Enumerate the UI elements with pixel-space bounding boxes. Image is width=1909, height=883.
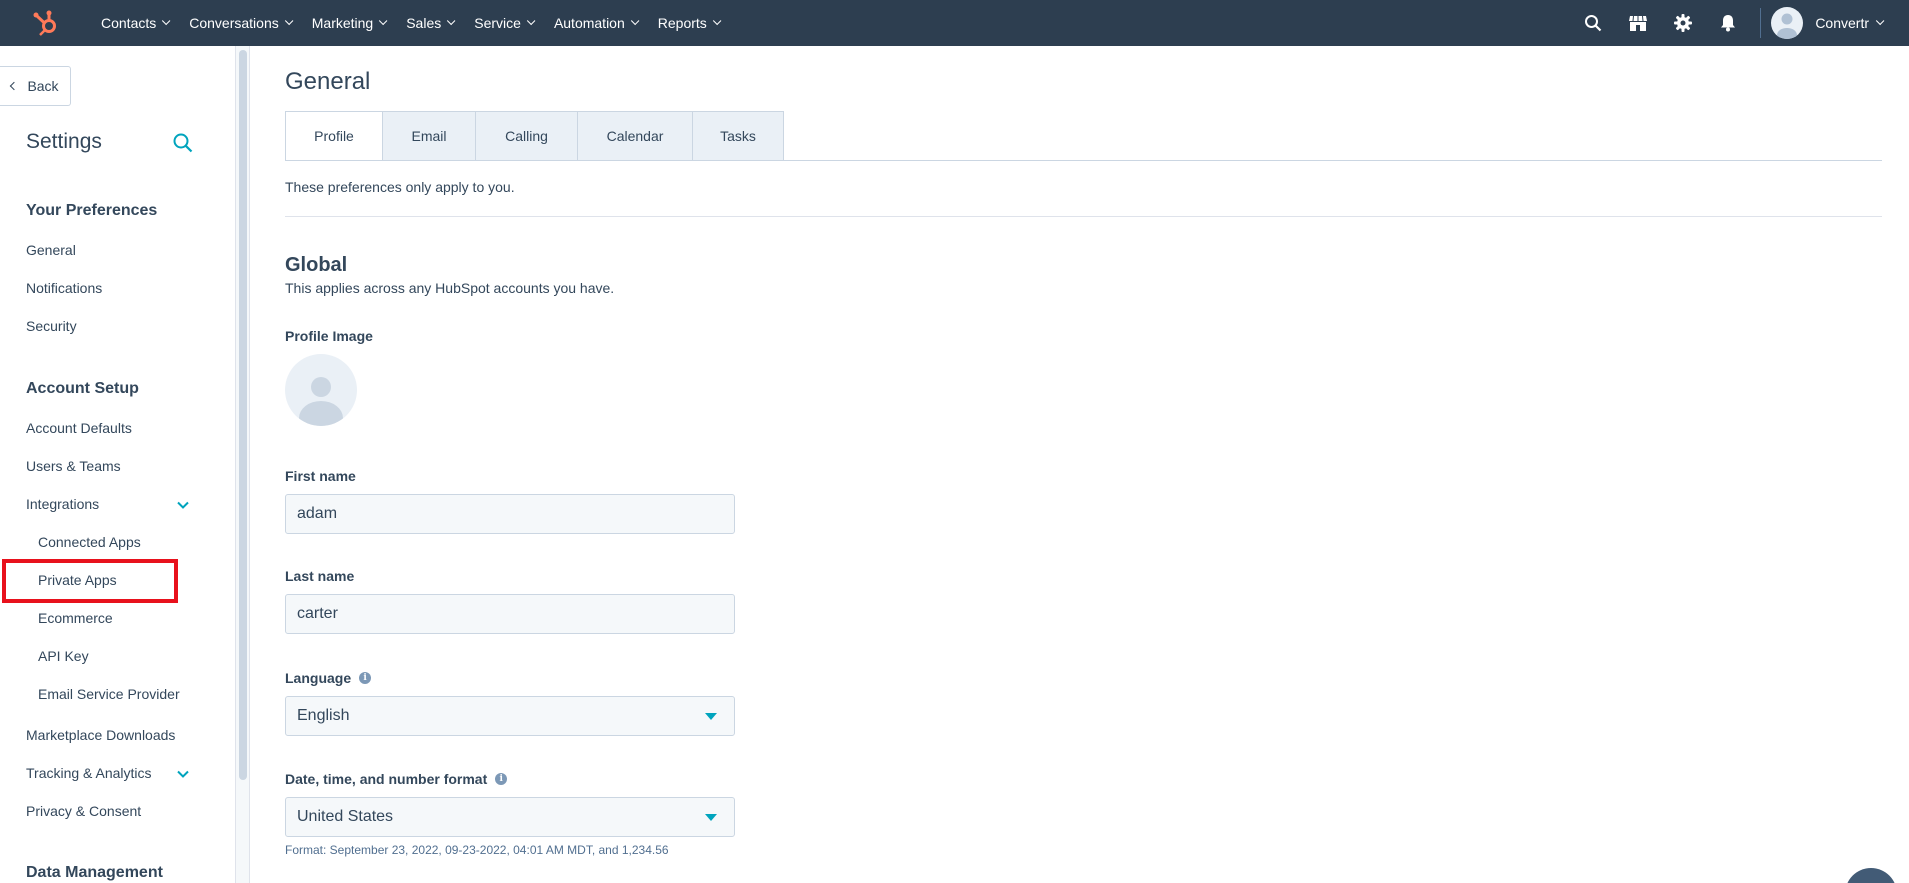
nav-contacts[interactable]: Contacts	[90, 0, 178, 46]
global-section-subtitle: This applies across any HubSpot accounts…	[285, 280, 615, 296]
chevron-down-icon	[712, 16, 722, 26]
info-icon[interactable]: i	[359, 672, 372, 684]
nav-automation[interactable]: Automation	[543, 0, 647, 46]
tab-calendar[interactable]: Calendar	[578, 111, 693, 161]
nav-notifications-button[interactable]	[1705, 0, 1750, 46]
chevron-down-icon	[177, 770, 189, 778]
top-navigation: Contacts Conversations Marketing Sales S…	[0, 0, 1909, 46]
chevron-down-icon	[177, 501, 189, 509]
preferences-tabs: Profile Email Calling Calendar Tasks	[285, 111, 784, 161]
tab-profile[interactable]: Profile	[285, 111, 383, 161]
chevron-down-icon	[162, 16, 171, 26]
sidebar-item-privacy-consent[interactable]: Privacy & Consent	[26, 803, 141, 819]
sidebar-item-notifications[interactable]: Notifications	[26, 280, 102, 296]
info-icon[interactable]: i	[495, 773, 508, 785]
dropdown-caret-icon	[705, 814, 717, 821]
search-icon	[173, 133, 193, 153]
nav-marketplace-button[interactable]	[1615, 0, 1660, 46]
format-label: Date, time, and number format i	[285, 771, 508, 787]
sidebar-item-email-service-provider[interactable]: Email Service Provider	[38, 686, 180, 702]
tracking-expand-toggle[interactable]	[176, 767, 190, 781]
chevron-down-icon	[526, 16, 536, 26]
integrations-expand-toggle[interactable]	[176, 498, 190, 512]
tab-calling[interactable]: Calling	[476, 111, 578, 161]
first-name-label: First name	[285, 468, 356, 484]
tabs-divider	[285, 160, 1882, 161]
main-content: General Profile Email Calling Calendar T…	[250, 46, 1909, 883]
sidebar-item-integrations[interactable]: Integrations	[26, 496, 99, 512]
bell-icon	[1720, 15, 1735, 32]
marketplace-icon	[1628, 15, 1647, 31]
section-divider	[285, 216, 1882, 217]
last-name-label: Last name	[285, 568, 355, 584]
sidebar-item-ecommerce[interactable]: Ecommerce	[38, 610, 113, 626]
account-name: Convertr	[1815, 15, 1869, 31]
tab-email[interactable]: Email	[383, 111, 476, 161]
sidebar-scrollbar[interactable]	[236, 46, 250, 883]
nav-reports[interactable]: Reports	[647, 0, 729, 46]
annotation-highlight-box	[2, 559, 178, 603]
sidebar-item-security[interactable]: Security	[26, 318, 77, 334]
chevron-down-icon	[630, 16, 640, 26]
chevron-down-icon	[379, 16, 388, 26]
hubspot-sprocket-icon	[33, 10, 56, 36]
tab-tasks[interactable]: Tasks	[693, 111, 784, 161]
sidebar-item-connected-apps[interactable]: Connected Apps	[38, 534, 141, 550]
chevron-left-icon	[10, 81, 19, 91]
user-avatar-icon	[299, 377, 343, 426]
language-select[interactable]: English	[285, 696, 735, 736]
account-menu[interactable]: Convertr	[1771, 0, 1909, 46]
section-your-preferences: Your Preferences	[26, 202, 158, 219]
settings-title: Settings	[26, 130, 102, 153]
chevron-down-icon	[284, 16, 294, 26]
hubspot-logo[interactable]	[0, 0, 90, 46]
nav-service[interactable]: Service	[463, 0, 543, 46]
nav-divider	[1760, 8, 1762, 38]
format-preview-note: Format: September 23, 2022, 09-23-2022, …	[285, 843, 669, 857]
scrollbar-thumb[interactable]	[239, 50, 247, 780]
first-name-input[interactable]: adam	[285, 494, 735, 534]
section-account-setup: Account Setup	[26, 380, 139, 397]
nav-marketing[interactable]: Marketing	[301, 0, 395, 46]
profile-image-upload[interactable]	[285, 354, 357, 426]
gear-icon	[1673, 14, 1692, 32]
sidebar-item-marketplace-downloads[interactable]: Marketplace Downloads	[26, 727, 175, 743]
nav-conversations[interactable]: Conversations	[178, 0, 301, 46]
chevron-down-icon	[447, 16, 456, 26]
nav-search-button[interactable]	[1570, 0, 1615, 46]
settings-search-button[interactable]	[172, 132, 196, 156]
sidebar-item-users-teams[interactable]: Users & Teams	[26, 458, 121, 474]
format-select[interactable]: United States	[285, 797, 735, 837]
chevron-down-icon	[1875, 16, 1885, 26]
sidebar-item-general[interactable]: General	[26, 242, 76, 258]
profile-image-label: Profile Image	[285, 328, 373, 344]
preferences-intro: These preferences only apply to you.	[285, 179, 515, 195]
user-avatar-icon	[1777, 13, 1798, 39]
sidebar-item-api-key[interactable]: API Key	[38, 648, 89, 664]
last-name-input[interactable]: carter	[285, 594, 735, 634]
avatar	[1771, 7, 1804, 39]
sidebar-item-tracking-analytics[interactable]: Tracking & Analytics	[26, 765, 152, 781]
dropdown-caret-icon	[705, 713, 717, 720]
nav-sales[interactable]: Sales	[395, 0, 463, 46]
global-section-title: Global	[285, 254, 348, 276]
nav-settings-button[interactable]	[1660, 0, 1705, 46]
section-data-management: Data Management	[26, 864, 163, 881]
page-title: General	[285, 68, 371, 95]
language-label: Language i	[285, 670, 372, 686]
settings-sidebar: Back Settings Your Preferences General N…	[0, 46, 236, 883]
sidebar-item-account-defaults[interactable]: Account Defaults	[26, 420, 132, 436]
back-button[interactable]: Back	[0, 66, 71, 106]
search-icon	[1584, 15, 1602, 32]
